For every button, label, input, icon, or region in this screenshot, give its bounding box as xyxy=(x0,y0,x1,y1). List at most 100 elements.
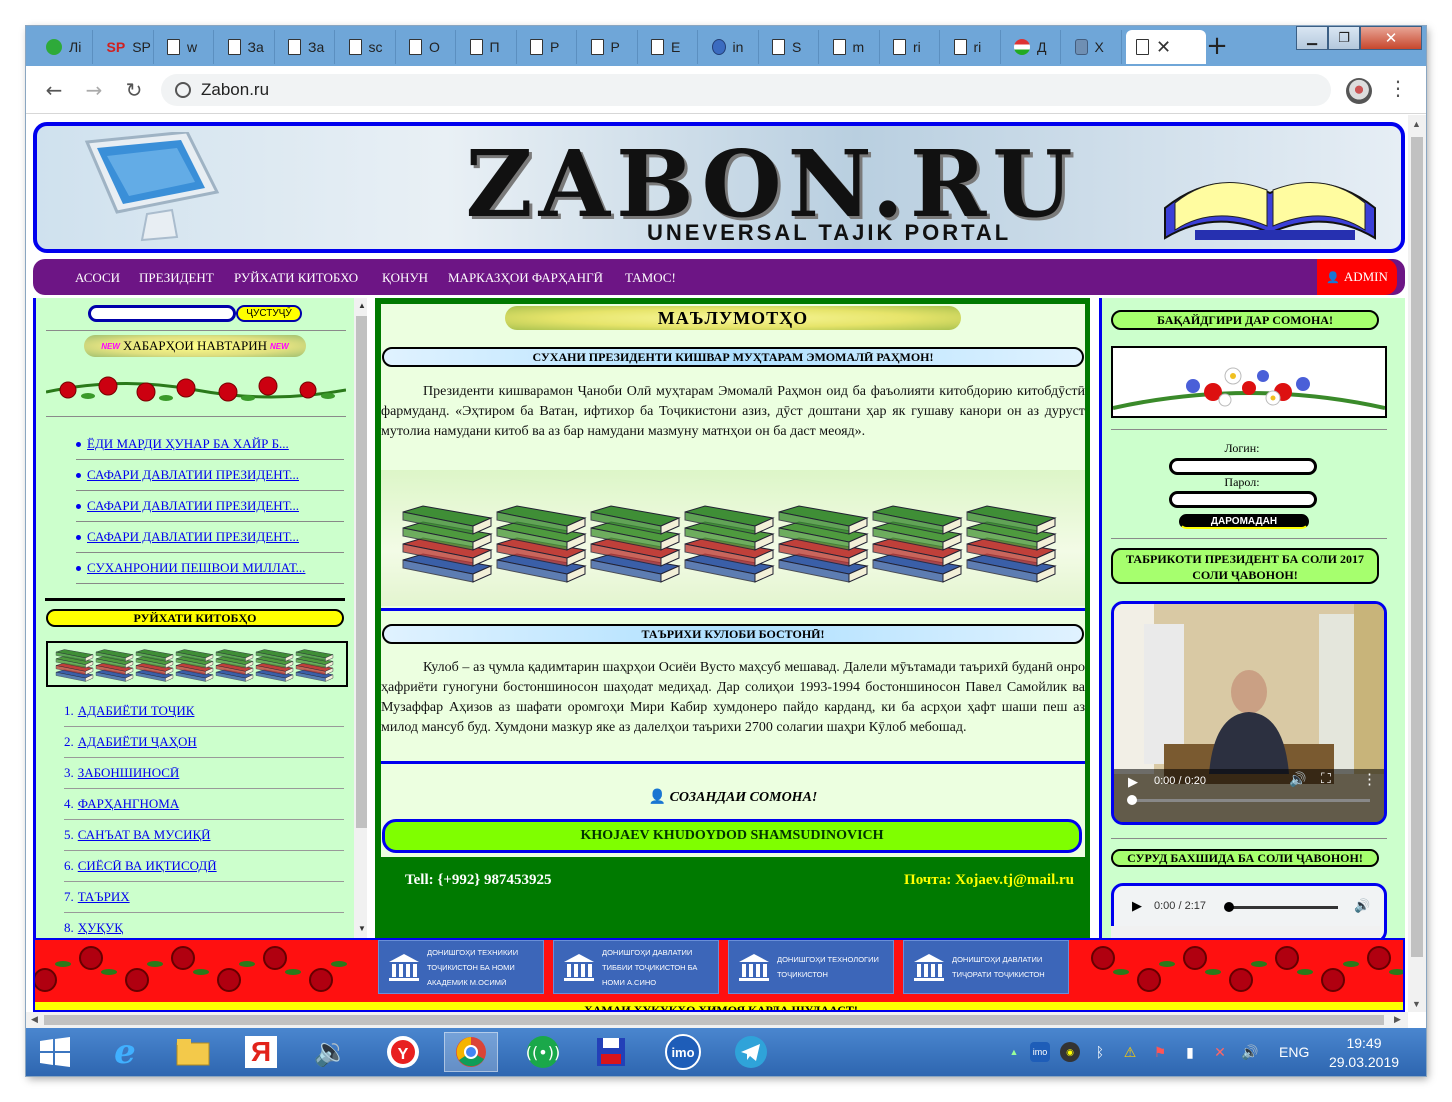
browser-tab[interactable]: S xyxy=(762,30,819,64)
category-link[interactable]: АДАБИЁТИ ҶАҲОН xyxy=(78,734,197,750)
category-item[interactable]: 2. АДАБИЁТИ ҶАҲОН xyxy=(64,727,344,758)
category-link[interactable]: АДАБИЁТИ ТОҶИК xyxy=(78,703,195,719)
search-input[interactable] xyxy=(88,305,236,322)
wireless-taskbar-icon[interactable]: ((•)) xyxy=(516,1032,570,1072)
news-item[interactable]: САФАРИ ДАВЛАТИИ ПРЕЗИДЕНТ... xyxy=(76,491,344,522)
email-contact[interactable]: Почта: Xojaev.tj@mail.ru xyxy=(904,872,1074,889)
fullscreen-icon[interactable]: ⛶ xyxy=(1321,772,1331,788)
flag-tray-icon[interactable]: ⚑ xyxy=(1150,1042,1170,1062)
scroll-up-icon[interactable]: ▲ xyxy=(1412,119,1421,129)
yandex-taskbar-icon[interactable]: Я xyxy=(234,1032,288,1072)
browser-tab[interactable]: Лі xyxy=(36,30,93,64)
no-network-tray-icon[interactable]: ✕ xyxy=(1210,1042,1230,1062)
profile-avatar[interactable] xyxy=(1346,78,1372,104)
nav-home[interactable]: АСОСИ xyxy=(75,270,120,286)
forward-button[interactable]: → xyxy=(80,76,108,104)
minimize-button[interactable]: ▁ xyxy=(1296,26,1328,50)
reload-button[interactable]: ↻ xyxy=(120,76,148,104)
close-tab-icon[interactable]: ✕ xyxy=(1156,37,1171,58)
play-icon[interactable]: ▶ xyxy=(1128,774,1138,790)
scroll-thumb[interactable] xyxy=(1411,137,1423,957)
system-clock[interactable]: 19:49 29.03.2019 xyxy=(1324,1034,1404,1072)
address-bar[interactable]: Zabon.ru xyxy=(161,74,1331,106)
audio-scrubber[interactable] xyxy=(1224,902,1234,912)
news-link[interactable]: САФАРИ ДАВЛАТИИ ПРЕЗИДЕНТ... xyxy=(87,467,299,483)
tab-active[interactable]: ✕ xyxy=(1126,30,1206,64)
browser-tab[interactable]: О xyxy=(399,30,456,64)
left-scrollbar[interactable]: ▲ ▼ xyxy=(354,298,367,938)
page-vertical-scrollbar[interactable]: ▲ ▼ xyxy=(1408,115,1426,1012)
browser-tab[interactable]: Р xyxy=(520,30,577,64)
nav-cultural-centers[interactable]: МАРКАЗҲОИ ФАРҲАНГӢ xyxy=(448,270,603,286)
news-item[interactable]: ЁДИ МАРДИ ҲУНАР БА ХАЙР Б... xyxy=(76,429,344,460)
audio-progress[interactable] xyxy=(1226,906,1338,909)
explorer-taskbar-icon[interactable] xyxy=(166,1032,220,1072)
imo-tray-icon[interactable]: imo xyxy=(1030,1042,1050,1062)
category-item[interactable]: 6. СИЁСӢ ВА ИҚТИСОДӢ xyxy=(64,851,344,882)
browser-tab[interactable]: w xyxy=(157,30,214,64)
chrome-taskbar-icon[interactable] xyxy=(444,1032,498,1072)
more-options-icon[interactable]: ⋮ xyxy=(1362,770,1377,789)
category-link[interactable]: ЗАБОНШИНОСӢ xyxy=(78,765,180,781)
volume-tray-icon[interactable]: 🔊 xyxy=(1240,1042,1260,1062)
category-link[interactable]: ТАЪРИХ xyxy=(78,889,130,905)
login-button[interactable]: ДАРОМАДАН xyxy=(1179,514,1309,529)
category-item[interactable]: 8. ҲУҚУҚ xyxy=(64,913,344,938)
scroll-thumb[interactable] xyxy=(356,316,367,828)
category-item[interactable]: 7. ТАЪРИХ xyxy=(64,882,344,913)
new-tab-button[interactable]: + xyxy=(1204,33,1230,60)
nav-contact[interactable]: ТАМОС! xyxy=(625,270,676,286)
admin-button[interactable]: 👤 ADMIN xyxy=(1317,259,1397,295)
browser-tab[interactable]: ri xyxy=(944,30,1001,64)
page-horizontal-scrollbar[interactable]: ◀ ▶ xyxy=(26,1012,1408,1028)
university-card[interactable]: ДОНИШГОҲИ ТЕХНОЛОГИИ ТОҶИКИСТОН xyxy=(728,940,894,994)
university-card[interactable]: ДОНИШГОҲИ ДАВЛАТИИ ТИҶОРАТИ ТОҶИКИСТОН xyxy=(903,940,1069,994)
right-horizontal-scrollbar[interactable] xyxy=(1111,926,1381,938)
category-link[interactable]: САНЪАТ ВА МУСИҚӢ xyxy=(78,827,211,843)
category-link[interactable]: ҲУҚУҚ xyxy=(78,920,123,936)
bluetooth-tray-icon[interactable]: ᛒ xyxy=(1090,1042,1110,1062)
telegram-taskbar-icon[interactable] xyxy=(724,1032,778,1072)
category-item[interactable]: 3. ЗАБОНШИНОСӢ xyxy=(64,758,344,789)
battery-tray-icon[interactable]: ▮ xyxy=(1180,1042,1200,1062)
maximize-button[interactable]: ❐ xyxy=(1328,26,1360,50)
start-button[interactable] xyxy=(28,1032,82,1072)
browser-tab[interactable]: П xyxy=(460,30,517,64)
login-input[interactable] xyxy=(1169,458,1317,475)
news-link[interactable]: СУХАНРОНИИ ПЕШВОИ МИЛЛАТ... xyxy=(87,560,305,576)
scroll-thumb[interactable] xyxy=(44,1015,1384,1025)
browser-tab[interactable]: Д xyxy=(1004,30,1061,64)
news-item[interactable]: СУХАНРОНИИ ПЕШВОИ МИЛЛАТ... xyxy=(76,553,344,584)
university-card[interactable]: ДОНИШГОҲИ ТЕХНИКИИ ТОҶИКИСТОН БА НОМИ АКАД… xyxy=(378,940,544,994)
news-item[interactable]: САФАРИ ДАВЛАТИИ ПРЕЗИДЕНТ... xyxy=(76,460,344,491)
password-input[interactable] xyxy=(1169,491,1317,508)
category-link[interactable]: СИЁСӢ ВА ИҚТИСОДӢ xyxy=(78,858,217,874)
language-indicator[interactable]: ENG xyxy=(1279,1044,1309,1060)
nav-law[interactable]: ҚОНУН xyxy=(382,270,428,286)
browser-tab[interactable]: SP SP За xyxy=(97,30,154,64)
network-tray-icon[interactable]: ▲ xyxy=(1004,1042,1024,1062)
nav-book-list[interactable]: РУЙХАТИ КИТОБХО xyxy=(234,270,358,286)
news-item[interactable]: САФАРИ ДАВЛАТИИ ПРЕЗИДЕНТ... xyxy=(76,522,344,553)
nav-president[interactable]: ПРЕЗИДЕНТ xyxy=(139,270,214,286)
category-link[interactable]: ФАРҲАНГНОМА xyxy=(78,796,179,812)
floppy-taskbar-icon[interactable] xyxy=(584,1032,638,1072)
close-window-button[interactable]: ✕ xyxy=(1360,26,1422,50)
ie-taskbar-icon[interactable]: e xyxy=(98,1032,152,1072)
browser-tab[interactable]: ri xyxy=(883,30,940,64)
category-item[interactable]: 5. САНЪАТ ВА МУСИҚӢ xyxy=(64,820,344,851)
browser-tab[interactable]: in xyxy=(702,30,759,64)
volume-icon[interactable]: 🔊 xyxy=(1289,772,1306,789)
scroll-up-icon[interactable]: ▲ xyxy=(358,301,366,310)
scroll-left-icon[interactable]: ◀ xyxy=(31,1014,38,1025)
scroll-right-icon[interactable]: ▶ xyxy=(1394,1014,1401,1025)
imo-taskbar-icon[interactable]: imo xyxy=(656,1032,710,1072)
news-link[interactable]: ЁДИ МАРДИ ҲУНАР БА ХАЙР Б... xyxy=(87,436,289,452)
back-button[interactable]: ← xyxy=(40,76,68,104)
university-card[interactable]: ДОНИШГОҲИ ДАВЛАТИИ ТИББИИ ТОҶИКИСТОН БА НО… xyxy=(553,940,719,994)
search-button[interactable]: ҶУСТУҶӮ xyxy=(236,305,302,322)
browser-tab[interactable]: X xyxy=(1065,30,1122,64)
play-icon[interactable]: ▶ xyxy=(1132,898,1142,914)
volume-icon[interactable]: 🔊 xyxy=(1354,898,1370,914)
browser-tab[interactable]: sc xyxy=(339,30,396,64)
